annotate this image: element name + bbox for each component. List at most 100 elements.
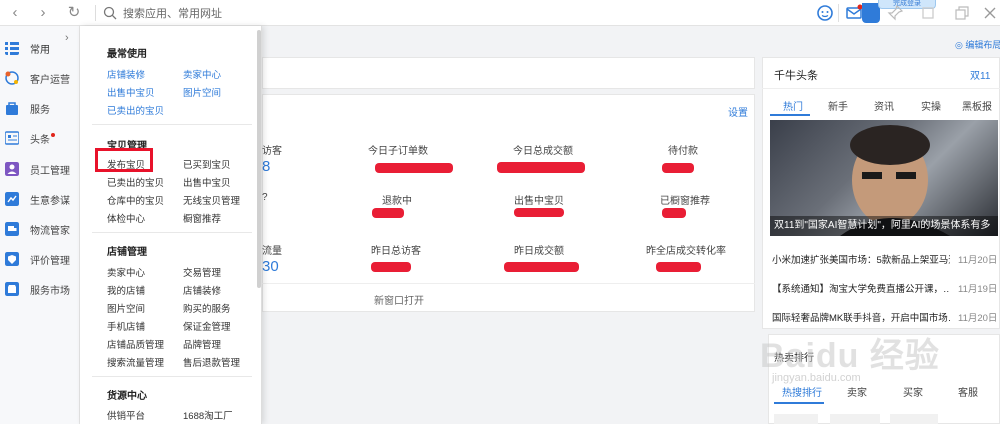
menu-item[interactable]: 店铺装修 (183, 283, 221, 297)
menu-item[interactable]: 保证金管理 (183, 319, 231, 333)
sidebar-item-评价管理[interactable]: 评价管理 (0, 245, 80, 273)
user-icon (5, 162, 19, 176)
news-icon (5, 131, 19, 145)
redaction-mark (371, 262, 411, 272)
tab-hot[interactable]: 热门 (783, 98, 803, 113)
divider (92, 232, 252, 233)
sidebar-item-label: 评价管理 (30, 255, 70, 267)
tab-practice[interactable]: 实操 (921, 98, 941, 113)
menu-item[interactable]: 橱窗推荐 (183, 211, 221, 225)
sidebar-item-头条[interactable]: 头条 (0, 124, 80, 152)
sidebar-item-label: 客户运营 (30, 74, 70, 86)
stat-label: 出售中宝贝 (514, 196, 564, 207)
open-new-window-link[interactable]: 新窗口打开 (374, 292, 424, 307)
forward-button[interactable]: › (34, 4, 52, 22)
settings-link[interactable]: 设置 (728, 104, 748, 119)
stat-label: 退款中 (382, 196, 412, 207)
news-item[interactable]: 小米加速扩张美国市场：5款新品上架亚马逊 11月20日 (772, 252, 998, 270)
news-title: 国际轻奢品牌MK联手抖音，开启中国市场… (772, 313, 950, 324)
sidebar-item-常用[interactable]: 常用 (0, 34, 80, 62)
tab-novice[interactable]: 新手 (828, 98, 848, 113)
menu-item[interactable]: 店铺品质管理 (107, 337, 164, 351)
edit-layout-link[interactable]: ◎ 编辑布局 (955, 38, 1000, 51)
menu-item[interactable]: 搜索流量管理 (107, 355, 164, 369)
menu-link[interactable]: 已卖出的宝贝 (107, 103, 164, 117)
placeholder-block (830, 414, 880, 424)
tab-buyers[interactable]: 买家 (903, 384, 923, 399)
menu-item[interactable]: 无线宝贝管理 (183, 193, 240, 207)
close-icon[interactable] (980, 3, 1000, 23)
top-bar: ‹ › ↻ 搜索应用、常用网址 完成登录 (0, 0, 1000, 26)
section-heading: 店铺管理 (107, 247, 147, 258)
restore-icon[interactable] (952, 3, 972, 23)
menu-item[interactable]: 供销平台 (107, 408, 145, 422)
menu-item[interactable]: 交易管理 (183, 265, 221, 279)
news-item[interactable]: 【系统通知】淘宝大学免费直播公开课，… 11月19日 (772, 281, 998, 299)
stat-label: 已橱窗推荐 (660, 196, 710, 207)
divider (92, 376, 252, 377)
sidebar-item-员工管理[interactable]: 员工管理 (0, 155, 80, 183)
menu-item[interactable]: 手机店铺 (107, 319, 145, 333)
search-bar[interactable]: 搜索应用、常用网址 (103, 4, 222, 22)
stat-label: 访客 (262, 146, 282, 157)
double11-link[interactable]: 双11 (970, 67, 990, 82)
menu-item[interactable]: 卖家中心 (107, 265, 145, 279)
menu-link[interactable]: 图片空间 (183, 85, 221, 99)
divider (838, 4, 839, 22)
stat-label: 昨全店成交转化率 (646, 246, 726, 257)
menu-item[interactable]: 1688淘工厂 (183, 408, 233, 422)
sidebar-item-label: 生意参谋 (30, 195, 70, 207)
star-icon (5, 71, 19, 85)
refresh-button[interactable]: ↻ (65, 4, 83, 22)
redaction-mark (372, 208, 404, 218)
menu-item[interactable]: 已卖出的宝贝 (107, 175, 164, 189)
assistant-icon[interactable] (815, 3, 835, 23)
window-icon[interactable] (918, 3, 938, 23)
menu-item[interactable]: 体检中心 (107, 211, 145, 225)
menu-item[interactable]: 售后退款管理 (183, 355, 240, 369)
shield-icon (5, 252, 19, 266)
news-date: 11月19日 (958, 284, 998, 295)
stat-value[interactable]: 30 (262, 258, 279, 275)
tab-sellers[interactable]: 卖家 (847, 384, 867, 399)
stat-label: 流量 (262, 246, 282, 257)
menu-item[interactable]: 品牌管理 (183, 337, 221, 351)
back-button[interactable]: ‹ (6, 4, 24, 22)
headline-image[interactable]: 双11到"国家AI智慧计划"，阿里AI的场景体系有多 (770, 120, 998, 236)
tab-blackboard[interactable]: 黑板报 (962, 98, 992, 113)
menu-item[interactable]: 已买到宝贝 (183, 157, 231, 171)
news-title: 【系统通知】淘宝大学免费直播公开课，… (772, 284, 950, 295)
market-icon (5, 282, 19, 296)
stat-value[interactable]: 8 (262, 158, 270, 175)
redaction-mark (662, 208, 686, 218)
tab-news[interactable]: 资讯 (874, 98, 894, 113)
tab-service[interactable]: 客服 (958, 384, 978, 399)
menu-item[interactable]: 购买的服务 (183, 301, 231, 315)
mail-icon[interactable] (844, 3, 864, 23)
menu-item[interactable]: 我的店铺 (107, 283, 145, 297)
pin-icon[interactable] (885, 3, 905, 23)
news-title: 小米加速扩张美国市场：5款新品上架亚马逊 (772, 255, 950, 266)
sidebar-item-客户运营[interactable]: 客户运营 (0, 64, 80, 92)
truck-icon (5, 222, 19, 236)
menu-link[interactable]: 出售中宝贝 (107, 85, 155, 99)
stat-label: 今日总成交额 (513, 146, 573, 157)
menu-item[interactable]: 图片空间 (107, 301, 145, 315)
divider (95, 5, 96, 21)
menu-link[interactable]: 卖家中心 (183, 67, 221, 81)
sidebar-item-生意参谋[interactable]: 生意参谋 (0, 185, 80, 213)
bag-icon (6, 102, 18, 115)
divider (762, 88, 1000, 89)
news-item[interactable]: 国际轻奢品牌MK联手抖音，开启中国市场… 11月20日 (772, 310, 998, 328)
menu-link[interactable]: 店铺装修 (107, 67, 145, 81)
redaction-mark (375, 163, 453, 173)
scrollbar[interactable] (257, 30, 261, 288)
sidebar-item-服务[interactable]: 服务 (0, 94, 80, 122)
menu-item[interactable]: 仓库中的宝贝 (107, 193, 164, 207)
redaction-mark (497, 162, 585, 173)
stat-label: 昨日成交额 (514, 246, 564, 257)
sidebar-item-物流管家[interactable]: 物流管家 (0, 215, 80, 243)
sidebar-item-服务市场[interactable]: 服务市场 (0, 275, 80, 303)
menu-item[interactable]: 出售中宝贝 (183, 175, 231, 189)
tab-hot-search[interactable]: 热搜排行 (782, 384, 822, 399)
